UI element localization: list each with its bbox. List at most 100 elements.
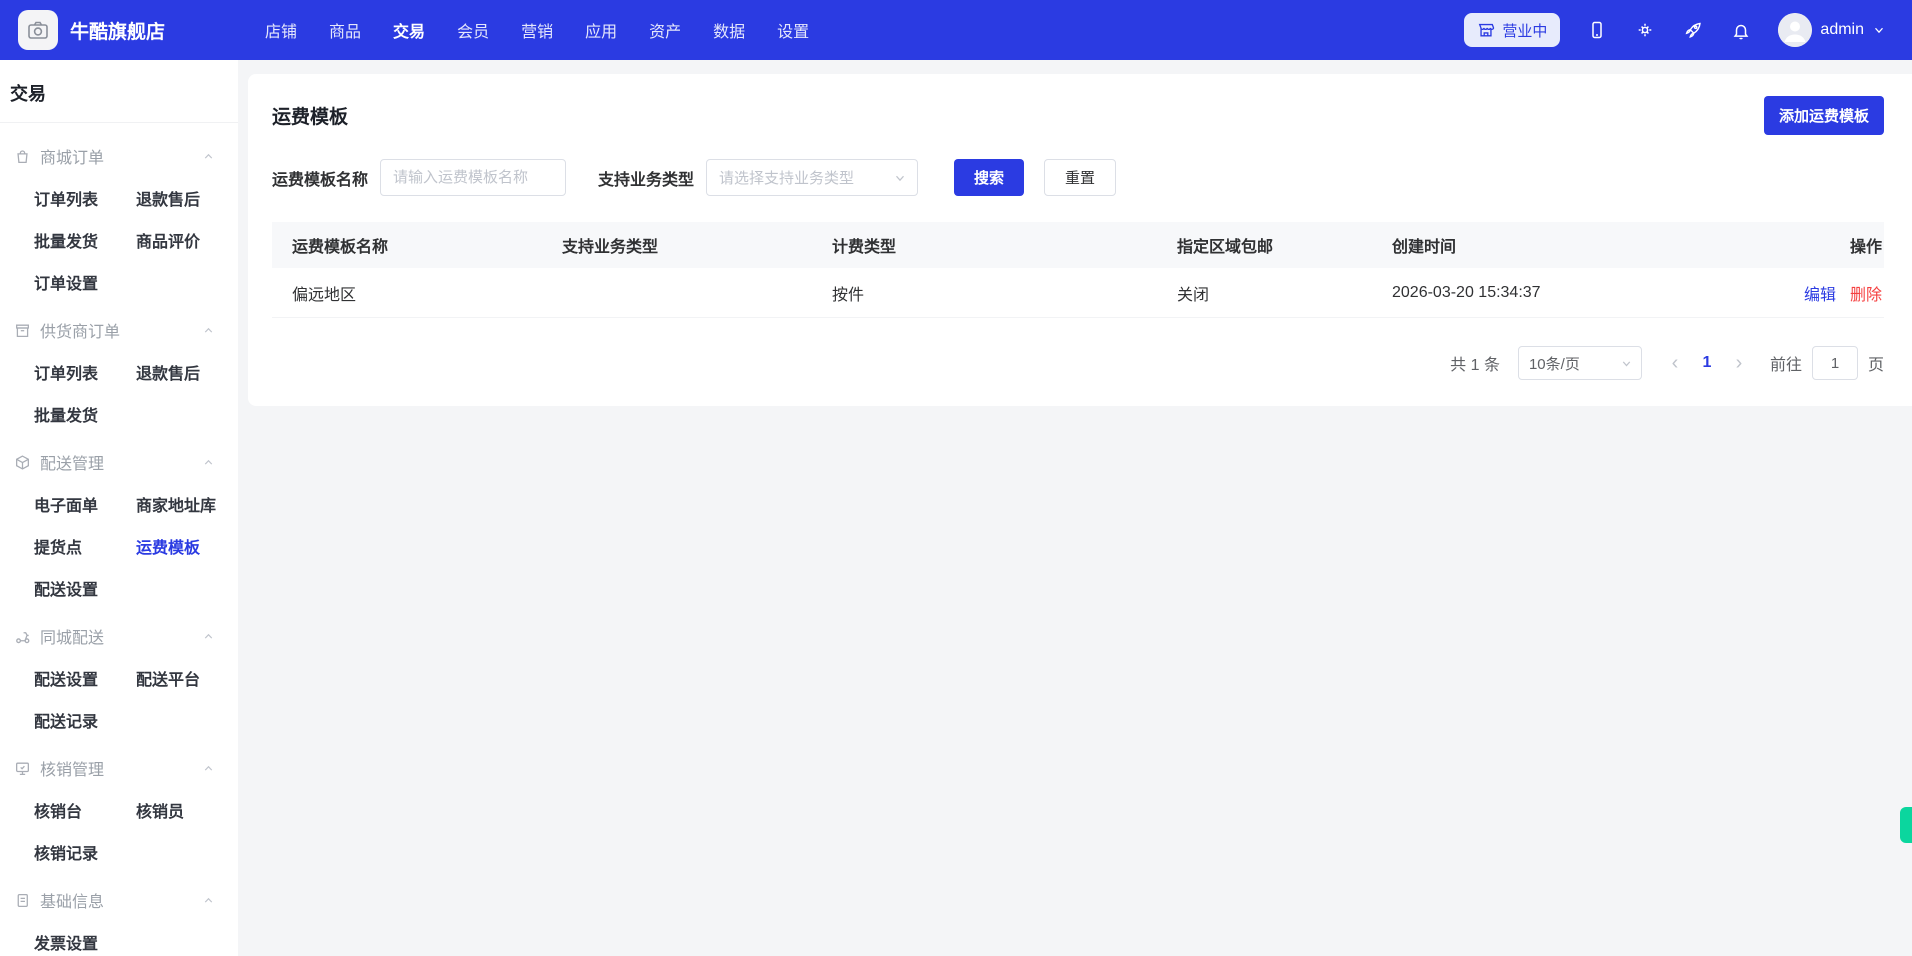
nav-item-设置[interactable]: 设置 [777,18,809,42]
template-name-input[interactable] [380,159,566,196]
chevron-up-icon[interactable] [202,893,216,907]
nav-item-数据[interactable]: 数据 [713,18,745,42]
menu-row: 批量发货 [0,393,238,435]
sidebar-item-配送平台[interactable]: 配送平台 [136,666,238,690]
total-count: 共 1 条 [1450,351,1500,375]
verify-icon [14,759,32,777]
column-header-创建时间: 创建时间 [1372,233,1764,257]
sidebar-item-核销记录[interactable]: 核销记录 [34,840,138,864]
goto-suffix: 页 [1868,351,1884,375]
sidebar-item-核销员[interactable]: 核销员 [136,798,238,822]
business-type-select[interactable]: 请选择支持业务类型 [706,159,918,196]
section-配送管理[interactable]: 配送管理 [0,435,238,483]
user-menu[interactable]: admin [1778,13,1886,47]
topbar-nav: 店铺 商品 交易 会员 营销 应用 资产 数据 设置 [265,18,809,42]
column-header-指定区域包邮: 指定区域包邮 [1157,233,1372,257]
section-商城订单[interactable]: 商城订单 [0,129,238,177]
sidebar-item-商家地址库[interactable]: 商家地址库 [136,492,238,516]
nav-item-营销[interactable]: 营销 [521,18,553,42]
sidebar-item-退款售后[interactable]: 退款售后 [136,186,238,210]
sidebar-item-提货点[interactable]: 提货点 [34,534,136,558]
menu-row: 电子面单商家地址库 [0,483,238,525]
divider [0,122,238,123]
bell-icon[interactable] [1730,19,1752,41]
topbar-right: 营业中 [1464,13,1886,47]
business-type-placeholder: 请选择支持业务类型 [719,167,854,188]
status-badge[interactable]: 营业中 [1464,13,1560,47]
sidebar-item-批量发货[interactable]: 批量发货 [34,228,136,252]
chevron-down-icon [893,171,907,185]
info-icon [14,891,32,909]
freight-template-card: 运费模板 添加运费模板 运费模板名称 支持业务类型 请选择支持业务类型 搜索 重… [248,74,1912,406]
sidebar-item-电子面单[interactable]: 电子面单 [34,492,136,516]
section-label: 商城订单 [40,144,194,168]
chevron-up-icon[interactable] [202,149,216,163]
sidebar-item-配送设置[interactable]: 配送设置 [34,576,138,600]
column-header-支持业务类型: 支持业务类型 [542,233,812,257]
delete-link[interactable]: 删除 [1850,281,1882,305]
goto-page-input[interactable] [1812,346,1858,380]
sidebar-item-核销台[interactable]: 核销台 [34,798,136,822]
topbar: 牛酷旗舰店 店铺商品交易会员营销应用资产数据设置 营业中 [0,0,1912,60]
sidebar-item-订单列表[interactable]: 订单列表 [34,186,136,210]
section-核销管理[interactable]: 核销管理 [0,741,238,789]
section-label: 核销管理 [40,756,194,780]
sidebar-item-商品评价[interactable]: 商品评价 [136,228,238,252]
nav-item-商品[interactable]: 商品 [329,18,361,42]
sidebar-item-配送设置[interactable]: 配送设置 [34,666,136,690]
menu-row: 提货点运费模板 [0,525,238,567]
table-cell: 2026-03-20 15:34:37 [1372,284,1764,302]
section-label: 基础信息 [40,888,194,912]
sidebar-item-订单设置[interactable]: 订单设置 [34,270,138,294]
page-size-value: 10条/页 [1529,353,1580,374]
table-body: 偏远地区按件关闭2026-03-20 15:34:37编辑删除 [272,268,1884,318]
chevron-up-icon[interactable] [202,455,216,469]
store-logo[interactable] [18,10,58,50]
sidebar-item-批量发货[interactable]: 批量发货 [34,402,138,426]
sidebar-item-发票设置[interactable]: 发票设置 [34,930,138,954]
section-label: 供货商订单 [40,318,194,342]
section-同城配送[interactable]: 同城配送 [0,609,238,657]
edit-link[interactable]: 编辑 [1804,281,1836,305]
menu-row: 配送设置配送平台 [0,657,238,699]
sidebar-item-配送记录[interactable]: 配送记录 [34,708,138,732]
menu-row: 订单设置 [0,261,238,303]
mobile-icon[interactable] [1586,19,1608,41]
chevron-up-icon[interactable] [202,761,216,775]
row-actions: 编辑删除 [1764,281,1884,305]
chevron-up-icon[interactable] [202,629,216,643]
camera-icon [26,18,50,42]
search-button[interactable]: 搜索 [954,159,1024,196]
nav-item-应用[interactable]: 应用 [585,18,617,42]
rocket-icon[interactable] [1682,19,1704,41]
add-freight-template-button[interactable]: 添加运费模板 [1764,96,1884,135]
sidebar-menu: 商城订单订单列表退款售后批量发货商品评价订单设置供货商订单订单列表退款售后批量发… [0,129,238,956]
nav-item-店铺[interactable]: 店铺 [265,18,297,42]
reset-button[interactable]: 重置 [1044,159,1116,196]
pagination: 共 1 条 10条/页 ‹ 1 › 前往 页 [272,346,1884,380]
sidebar-item-运费模板[interactable]: 运费模板 [136,534,238,558]
sidebar: 交易 商城订单订单列表退款售后批量发货商品评价订单设置供货商订单订单列表退款售后… [0,60,238,956]
nav-item-资产[interactable]: 资产 [649,18,681,42]
nav-item-会员[interactable]: 会员 [457,18,489,42]
menu-row: 订单列表退款售后 [0,177,238,219]
column-header-运费模板名称: 运费模板名称 [272,233,542,257]
sidebar-item-订单列表[interactable]: 订单列表 [34,360,136,384]
sidebar-item-退款售后[interactable]: 退款售后 [136,360,238,384]
page-number[interactable]: 1 [1690,354,1724,372]
nav-item-交易[interactable]: 交易 [393,18,425,42]
table-cell: 关闭 [1157,281,1372,305]
gear-icon[interactable] [1634,19,1656,41]
floating-helper-tab[interactable] [1900,807,1912,843]
section-基础信息[interactable]: 基础信息 [0,873,238,921]
section-供货商订单[interactable]: 供货商订单 [0,303,238,351]
menu-row: 批量发货商品评价 [0,219,238,261]
next-page-button[interactable]: › [1724,353,1754,373]
chevron-up-icon[interactable] [202,323,216,337]
page-size-select[interactable]: 10条/页 [1518,346,1642,380]
column-header-计费类型: 计费类型 [812,233,1157,257]
storefront-icon [1477,21,1495,39]
chevron-down-icon [1620,357,1633,370]
prev-page-button[interactable]: ‹ [1660,353,1690,373]
menu-row: 配送设置 [0,567,238,609]
